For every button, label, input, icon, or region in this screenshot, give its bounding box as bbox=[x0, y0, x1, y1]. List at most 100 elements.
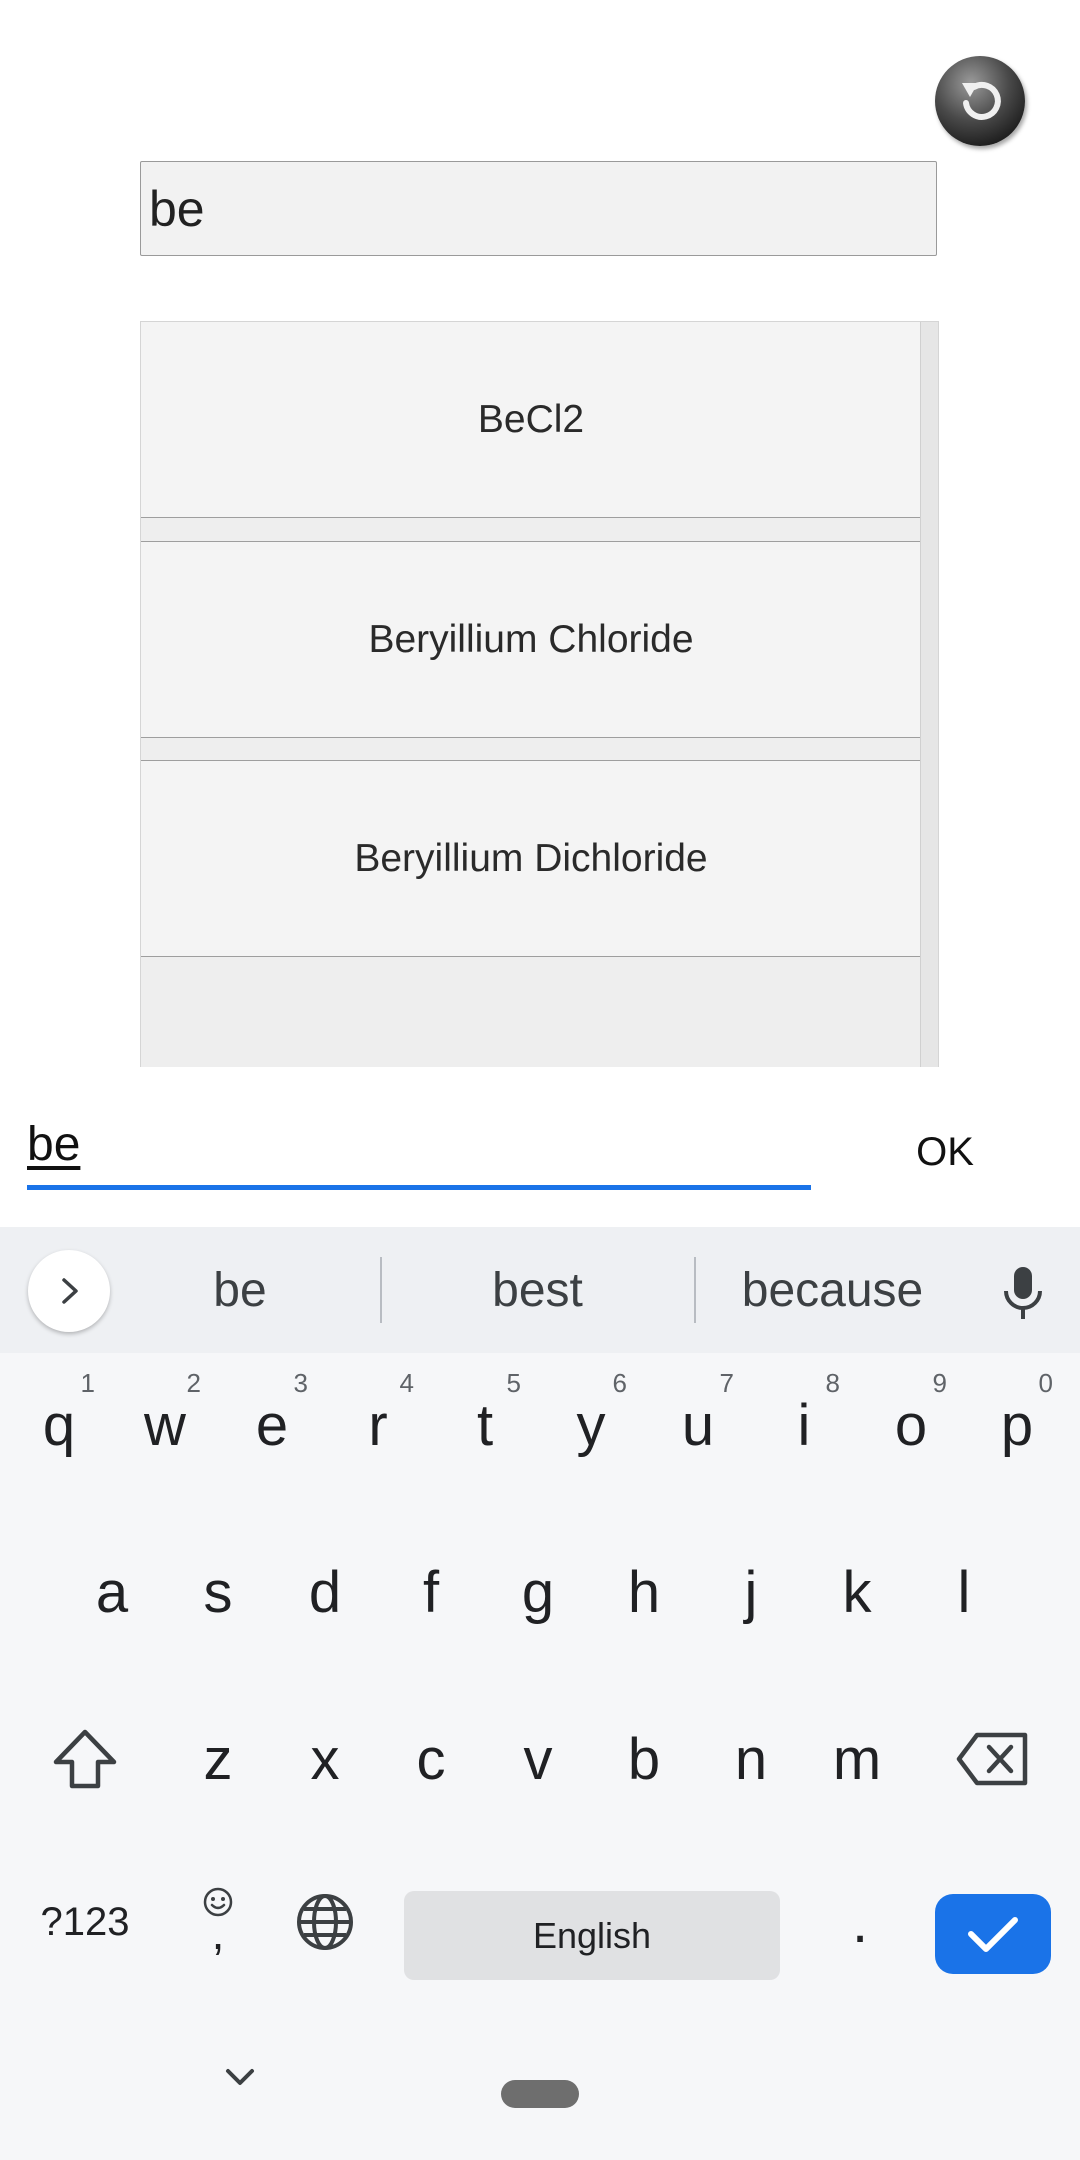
key-d[interactable]: d bbox=[275, 1537, 375, 1647]
key-c[interactable]: c bbox=[381, 1704, 481, 1814]
key-label: m bbox=[832, 1726, 882, 1792]
key-w[interactable]: 2w bbox=[115, 1368, 215, 1480]
suggestion-divider bbox=[380, 1257, 382, 1323]
key-label: z bbox=[203, 1726, 233, 1792]
key-label: t bbox=[476, 1392, 494, 1458]
key-label: a bbox=[95, 1559, 129, 1625]
suggestion-2[interactable]: best bbox=[420, 1255, 655, 1325]
key-label: k bbox=[842, 1559, 872, 1625]
key-u[interactable]: 7u bbox=[648, 1368, 748, 1480]
key-label: y bbox=[576, 1392, 606, 1458]
key-label: u bbox=[681, 1392, 715, 1458]
suggestion-divider bbox=[694, 1257, 696, 1323]
undo-icon bbox=[962, 82, 1001, 120]
key-label: f bbox=[422, 1559, 440, 1625]
expand-toolbar-button[interactable] bbox=[28, 1250, 110, 1332]
results-list[interactable]: BeCl2 Beryillium Chloride Beryillium Dic… bbox=[140, 321, 939, 1067]
key-i[interactable]: 8i bbox=[754, 1368, 854, 1480]
comma-key[interactable]: , bbox=[168, 1867, 268, 1977]
chevron-down-icon bbox=[226, 2069, 254, 2085]
key-label: d bbox=[308, 1559, 342, 1625]
key-m[interactable]: m bbox=[807, 1704, 907, 1814]
key-label: s bbox=[203, 1559, 233, 1625]
globe-icon bbox=[297, 1894, 353, 1950]
result-item-label: BeCl2 bbox=[477, 397, 585, 441]
microphone-icon[interactable] bbox=[998, 1265, 1048, 1321]
key-v[interactable]: v bbox=[488, 1704, 588, 1814]
key-label: r bbox=[368, 1392, 388, 1458]
result-item-beryllium-dichloride[interactable]: Beryillium Dichloride bbox=[141, 760, 921, 957]
key-label: h bbox=[627, 1559, 661, 1625]
key-label: g bbox=[521, 1559, 555, 1625]
key-x[interactable]: x bbox=[275, 1704, 375, 1814]
key-label: i bbox=[797, 1392, 811, 1458]
key-z[interactable]: z bbox=[168, 1704, 268, 1814]
space-key[interactable]: English bbox=[404, 1891, 780, 1980]
key-label: v bbox=[523, 1726, 553, 1792]
key-label: e bbox=[255, 1392, 289, 1458]
key-r[interactable]: 4r bbox=[328, 1368, 428, 1480]
key-a[interactable]: a bbox=[62, 1537, 162, 1647]
hide-keyboard-button[interactable] bbox=[190, 2037, 290, 2117]
home-handle[interactable] bbox=[501, 2080, 579, 2108]
search-input[interactable]: be bbox=[140, 161, 937, 256]
key-label: , bbox=[211, 1907, 225, 1959]
key-t[interactable]: 5t bbox=[435, 1368, 535, 1480]
key-label: l bbox=[957, 1559, 971, 1625]
shift-icon bbox=[53, 1729, 117, 1789]
symbols-key[interactable]: ?123 bbox=[25, 1867, 145, 1977]
key-l[interactable]: l bbox=[914, 1537, 1014, 1647]
result-item-label: Beryillium Chloride bbox=[368, 617, 694, 661]
key-n[interactable]: n bbox=[701, 1704, 801, 1814]
reset-button[interactable] bbox=[935, 56, 1025, 146]
result-item-label: Beryillium Dichloride bbox=[354, 836, 708, 880]
search-input-value: be bbox=[149, 180, 205, 237]
ok-button[interactable]: OK bbox=[890, 1122, 1000, 1182]
soft-keyboard: be best because 1q 2w 3e 4r 5t 6y 7u 8i … bbox=[0, 1227, 1080, 2160]
key-label: j bbox=[744, 1559, 758, 1625]
key-o[interactable]: 9o bbox=[861, 1368, 961, 1480]
result-item-beryllium-chloride[interactable]: Beryillium Chloride bbox=[141, 541, 921, 738]
suggestion-1[interactable]: be bbox=[140, 1255, 340, 1325]
period-key[interactable]: . bbox=[810, 1867, 910, 1977]
backspace-key[interactable] bbox=[942, 1704, 1042, 1814]
suggestion-bar: be best because bbox=[0, 1227, 1080, 1353]
suggestion-label: best bbox=[492, 1263, 583, 1317]
key-b[interactable]: b bbox=[594, 1704, 694, 1814]
key-h[interactable]: h bbox=[594, 1537, 694, 1647]
key-label: c bbox=[416, 1726, 446, 1792]
ok-button-label: OK bbox=[916, 1129, 974, 1174]
key-s[interactable]: s bbox=[168, 1537, 268, 1647]
key-e[interactable]: 3e bbox=[222, 1368, 322, 1480]
result-item-becl2[interactable]: BeCl2 bbox=[141, 322, 921, 518]
key-q[interactable]: 1q bbox=[9, 1368, 109, 1480]
key-label: w bbox=[144, 1392, 186, 1458]
key-g[interactable]: g bbox=[488, 1537, 588, 1647]
suggestion-label: because bbox=[741, 1263, 924, 1317]
chevron-right-icon bbox=[62, 1278, 78, 1304]
key-label: o bbox=[894, 1392, 928, 1458]
key-label: p bbox=[1000, 1392, 1034, 1458]
key-label: q bbox=[42, 1392, 76, 1458]
key-label: x bbox=[310, 1726, 340, 1792]
edit-text-underline bbox=[27, 1185, 811, 1190]
edit-row: be OK bbox=[0, 1067, 1080, 1227]
suggestion-3[interactable]: because bbox=[720, 1255, 945, 1325]
shift-key[interactable] bbox=[35, 1704, 135, 1814]
key-label: . bbox=[851, 1889, 869, 1955]
language-key[interactable] bbox=[275, 1867, 375, 1977]
key-label: n bbox=[734, 1726, 768, 1792]
key-label: b bbox=[627, 1726, 661, 1792]
key-p[interactable]: 0p bbox=[967, 1368, 1067, 1480]
suggestion-label: be bbox=[213, 1263, 267, 1317]
key-y[interactable]: 6y bbox=[541, 1368, 641, 1480]
checkmark-icon bbox=[968, 1917, 1018, 1952]
space-key-label: English bbox=[532, 1914, 652, 1956]
key-j[interactable]: j bbox=[701, 1537, 801, 1647]
results-scrollbar[interactable] bbox=[920, 322, 938, 1067]
enter-key[interactable] bbox=[935, 1894, 1051, 1974]
edit-text-field[interactable]: be bbox=[27, 1117, 80, 1172]
key-f[interactable]: f bbox=[381, 1537, 481, 1647]
key-label: ?123 bbox=[40, 1899, 130, 1944]
key-k[interactable]: k bbox=[807, 1537, 907, 1647]
